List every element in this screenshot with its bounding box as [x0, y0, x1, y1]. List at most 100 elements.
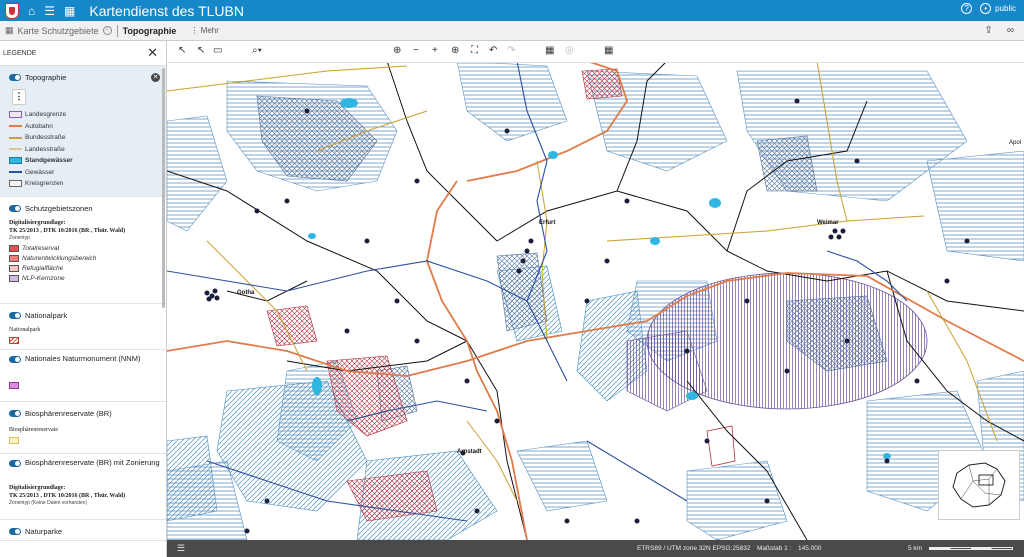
- legend-group-nationalpark: Nationalpark Nationalpark: [0, 304, 166, 350]
- user-icon: •: [980, 3, 992, 14]
- current-map-title: Topographie: [122, 25, 177, 36]
- undo-icon[interactable]: ↶: [489, 46, 497, 56]
- legend-item: Refugialfläche: [9, 263, 160, 273]
- map-icon[interactable]: ▦: [64, 5, 75, 17]
- legend-group-br-zonen: Biosphärenreservate (BR) mit Zonierung D…: [0, 454, 166, 520]
- info-tool-icon[interactable]: ↖: [178, 46, 186, 56]
- layer-options-button[interactable]: ⋮: [12, 89, 26, 105]
- legend-item: NLP-Kernzone: [9, 273, 160, 283]
- legend-group-nnm: Nationales Naturmonument (NNM): [0, 350, 166, 402]
- add-map-icon[interactable]: ▦: [545, 46, 554, 56]
- scale-label: Maßstab 1 :: [757, 545, 792, 552]
- legend-group-naturparke: Naturparke: [0, 520, 166, 541]
- nationalpark-swatch: [9, 337, 19, 344]
- legend-header: LEGENDE ✕: [0, 41, 166, 66]
- divider: [116, 24, 118, 37]
- remove-layer-icon[interactable]: ✕: [151, 72, 160, 82]
- layer-label: Biosphärenreservate (BR) mit Zonierung: [25, 458, 160, 467]
- overview-svg: [952, 462, 1006, 508]
- locate-icon[interactable]: ⊕: [393, 46, 401, 56]
- crs-label: ETRS89 / UTM zone 32N EPSG:25832: [637, 545, 751, 552]
- legend-swatch: [9, 254, 19, 262]
- scalebar: [929, 547, 1013, 550]
- legend-item-label: Gewässer: [25, 168, 55, 176]
- layer-toggle[interactable]: [9, 73, 21, 81]
- layer-toggle[interactable]: [9, 409, 21, 417]
- zoom-in-icon[interactable]: +: [432, 46, 438, 56]
- home-icon[interactable]: ⌂: [28, 5, 35, 17]
- legend-swatch: [9, 264, 19, 272]
- fullscreen-icon[interactable]: ⛶: [471, 46, 478, 56]
- legend-panel: LEGENDE ✕ Topographie ✕ ⋮ Landesgrenze Au…: [0, 41, 167, 557]
- source-line: TK 25/2013 , DTK 10/2016 (BR , Thür. Wal…: [9, 493, 126, 499]
- legend-group-topographie: Topographie ✕ ⋮ Landesgrenze Autobahn Bund…: [0, 66, 166, 197]
- redo-icon[interactable]: ↷: [507, 46, 515, 56]
- user-menu[interactable]: • public: [980, 3, 1016, 14]
- help-icon[interactable]: ?: [961, 3, 973, 14]
- list-icon[interactable]: ☰: [177, 543, 185, 554]
- legend-item-label: Standgewässer: [25, 157, 73, 165]
- layer-toggle[interactable]: [9, 527, 21, 535]
- nationalpark-sub: Nationalpark: [9, 327, 41, 333]
- more-button[interactable]: ⋮ Mehr: [190, 26, 218, 35]
- info-icon[interactable]: i: [102, 26, 112, 35]
- source-title: Digitalisiergrundlage:: [9, 220, 66, 226]
- link-icon[interactable]: ∞: [1007, 25, 1014, 36]
- breadcrumb[interactable]: ▦ Karte Schutzgebiete i: [5, 25, 112, 36]
- share-icon[interactable]: ⇪: [984, 25, 992, 36]
- search-icon[interactable]: ⌕▾: [252, 46, 262, 56]
- map-icon: ▦: [5, 25, 14, 35]
- layer-toggle[interactable]: [9, 204, 21, 212]
- legend-item: Landesgrenze: [9, 109, 160, 121]
- map-svg[interactable]: Erfurt Gotha Weimar Arnstadt Apol: [167, 41, 1024, 540]
- gps-icon[interactable]: ◎: [565, 46, 574, 56]
- city-label: Apol: [1009, 140, 1021, 146]
- legend-item: Autobahn: [9, 121, 160, 133]
- layer-toggle[interactable]: [9, 460, 21, 467]
- legend-item-label: Landesgrenze: [25, 111, 67, 119]
- zoom-box-icon[interactable]: ⊕: [451, 46, 459, 56]
- layer-label: Biosphärenreservate (BR): [25, 408, 112, 418]
- legend-swatch: [9, 148, 22, 151]
- menu-icon[interactable]: ☰: [44, 5, 55, 17]
- legend-item-label: Bundesstraße: [25, 134, 66, 142]
- city-label: Gotha: [237, 290, 255, 296]
- legend-swatch: [9, 111, 22, 119]
- zonentyp-label: Zonentyp (Keine Daten vorhanden): [9, 500, 88, 506]
- legend-item: Bundesstraße: [9, 132, 160, 144]
- print-map-icon[interactable]: ▦: [604, 46, 613, 56]
- legend-item: Totalreservat: [9, 243, 160, 253]
- map-toolbar: ↖ ↖ ▭ ⌕▾ ⊕ − + ⊕ ⛶ ↶ ↷ ▦ ◎ ▦: [167, 41, 1024, 63]
- legend-item: Naturentwicklungsbereich: [9, 253, 160, 263]
- source-title: Digitalisiergrundlage:: [9, 485, 66, 491]
- legend-item: Kreisgrenzen: [9, 178, 160, 190]
- legend-swatch: [9, 244, 19, 252]
- legend-item-label: Kreisgrenzen: [25, 180, 64, 188]
- layer-label: Naturparke: [25, 526, 63, 536]
- scale-value[interactable]: 145.000: [798, 545, 822, 552]
- breadcrumb-root[interactable]: Karte Schutzgebiete: [18, 26, 99, 36]
- nnm-swatch: [9, 382, 19, 389]
- app-title: Kartendienst des TLUBN: [89, 2, 244, 19]
- user-name: public: [995, 4, 1016, 13]
- select-tool-icon[interactable]: ↖: [197, 46, 205, 56]
- zoom-out-icon[interactable]: −: [413, 46, 419, 56]
- layer-toggle[interactable]: [9, 356, 21, 363]
- legend-item-label: Naturentwicklungsbereich: [22, 254, 97, 262]
- layer-toggle[interactable]: [9, 311, 21, 319]
- br-swatch: [9, 437, 19, 444]
- br-sub: Biosphärenreservate: [9, 427, 58, 433]
- legend-group-br: Biosphärenreservate (BR) Biosphärenreser…: [0, 402, 166, 454]
- legend-item-label: Refugialfläche: [22, 264, 64, 272]
- layer-label: Nationalpark: [25, 310, 68, 320]
- measure-tool-icon[interactable]: ▭: [213, 46, 222, 56]
- legend-scrollbar[interactable]: [162, 68, 165, 308]
- legend-item-label: Landesstraße: [25, 145, 65, 153]
- legend-item: Landesstraße: [9, 144, 160, 156]
- close-icon[interactable]: ✕: [147, 45, 158, 61]
- status-bar: ☰ ETRS89 / UTM zone 32N EPSG:25832 Maßst…: [167, 540, 1024, 557]
- overview-map[interactable]: [938, 450, 1020, 520]
- layer-label: Nationales Naturmonument (NNM): [25, 354, 141, 363]
- thuringia-logo: [5, 2, 19, 19]
- map-canvas[interactable]: Erfurt Gotha Weimar Arnstadt Apol: [167, 41, 1024, 540]
